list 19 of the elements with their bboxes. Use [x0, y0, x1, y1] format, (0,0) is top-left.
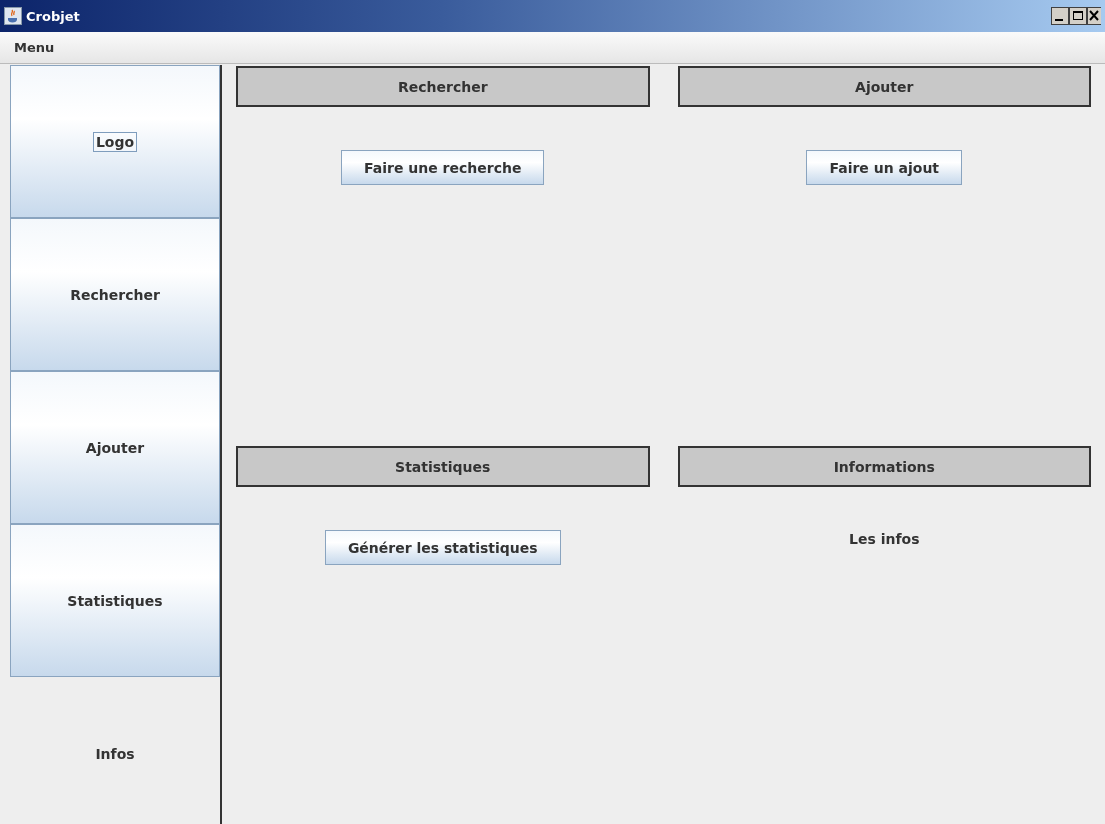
action-button[interactable]: Générer les statistiques: [324, 530, 561, 565]
app-icon: [4, 7, 22, 25]
section-header: Informations: [677, 446, 1091, 487]
info-text: Les infos: [849, 531, 920, 547]
section-header: Ajouter: [677, 66, 1091, 107]
maximize-icon[interactable]: [1069, 7, 1087, 25]
sidebar-button[interactable]: Statistiques: [10, 524, 220, 677]
minimize-icon[interactable]: [1051, 7, 1069, 25]
action-button[interactable]: Faire une recherche: [341, 150, 545, 185]
section-header: Rechercher: [236, 66, 650, 107]
section-header: Statistiques: [236, 446, 650, 487]
sidebar-button[interactable]: Ajouter: [10, 371, 220, 524]
sidebar-button[interactable]: Rechercher: [10, 218, 220, 371]
action-button[interactable]: Faire un ajout: [806, 150, 963, 185]
window-title: Crobjet: [26, 8, 81, 24]
menu-item[interactable]: Menu: [8, 38, 61, 57]
close-icon[interactable]: [1087, 7, 1101, 25]
focus-ring: Logo: [92, 131, 138, 152]
sidebar-button[interactable]: Logo: [10, 65, 220, 218]
